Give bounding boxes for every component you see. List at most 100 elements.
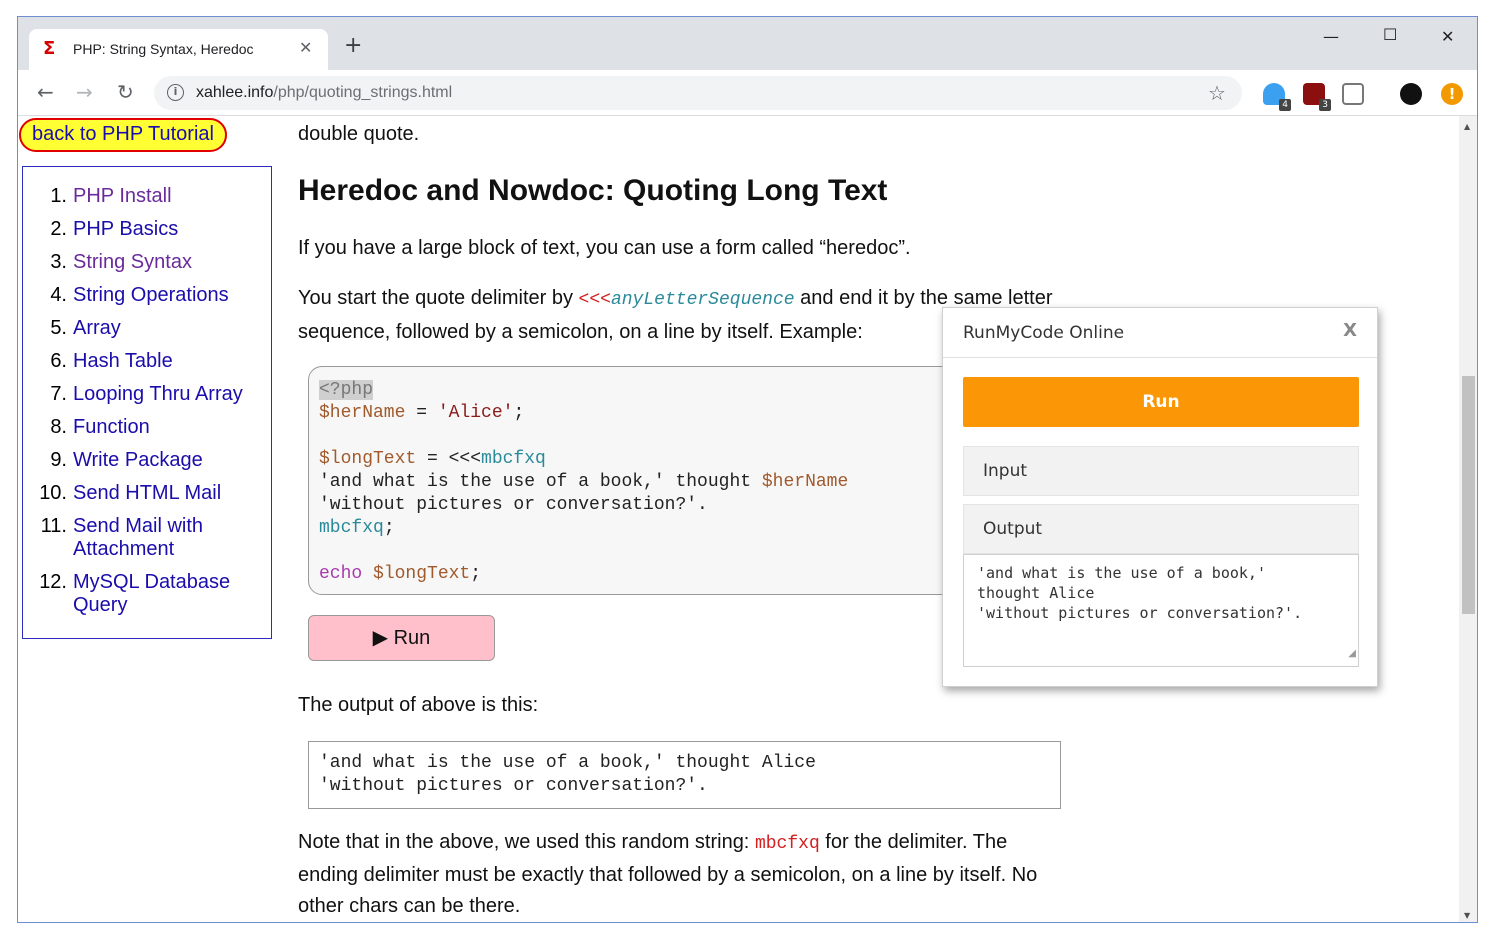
vertical-scrollbar[interactable]: ▲ ▼ xyxy=(1459,116,1477,922)
divider xyxy=(943,357,1377,358)
resize-grip-icon[interactable]: ◢ xyxy=(1348,644,1356,664)
toc-item: 12. MySQL Database Query xyxy=(23,571,271,617)
popup-title: RunMyCode Online xyxy=(963,323,1125,343)
tab-strip: Σ PHP: String Syntax, Heredoc ✕ + — ☐ ✕ xyxy=(18,17,1477,70)
paragraph: double quote. xyxy=(298,123,420,145)
toc-item: 2. PHP Basics xyxy=(23,218,271,241)
extension-badge: 4 xyxy=(1279,99,1291,111)
code-token: ; xyxy=(513,403,525,423)
code-token: echo xyxy=(319,564,363,584)
toc-item: 10. Send HTML Mail xyxy=(23,482,271,505)
code-token: <?php xyxy=(319,380,374,400)
toc-link[interactable]: Array xyxy=(73,317,271,340)
toc-item: 4. String Operations xyxy=(23,284,271,307)
output-text: 'and what is the use of a book,' thought… xyxy=(977,564,1303,622)
toc-link[interactable]: Hash Table xyxy=(73,350,271,373)
paragraph-note: Note that in the above, we used this ran… xyxy=(298,827,1058,922)
reload-icon[interactable]: ↻ xyxy=(117,81,134,103)
toc-list: 1. PHP Install 2. PHP Basics 3. String Syntax… xyxy=(23,167,271,617)
toc-link[interactable]: String Operations xyxy=(73,284,271,307)
tab-title: PHP: String Syntax, Heredoc xyxy=(73,41,254,57)
toc-item-number: 5. xyxy=(50,317,67,339)
back-arrow-icon[interactable]: ← xyxy=(37,81,54,103)
toc-link[interactable]: PHP Basics xyxy=(73,218,271,241)
sidebar-toc: 1. PHP Install 2. PHP Basics 3. String Syntax… xyxy=(22,166,272,639)
toc-item: 3. String Syntax xyxy=(23,251,271,274)
toc-link[interactable]: PHP Install xyxy=(73,185,271,208)
toc-item-number: 10. xyxy=(39,482,67,504)
toc-item-number: 6. xyxy=(50,350,67,372)
toc-item-number: 4. xyxy=(50,284,67,306)
toc-link[interactable]: MySQL Database Query xyxy=(73,571,271,617)
forward-arrow-icon[interactable]: → xyxy=(76,81,93,103)
url-path: /php/quoting_strings.html xyxy=(273,84,453,101)
scroll-thumb[interactable] xyxy=(1462,376,1475,614)
inline-code: <<< xyxy=(578,290,611,310)
info-icon[interactable]: i xyxy=(167,84,184,101)
code-token: ; xyxy=(383,518,395,538)
code-token: mbcfxq xyxy=(319,518,384,538)
code-token: 'Alice' xyxy=(437,403,514,423)
popup-run-button[interactable]: Run xyxy=(963,377,1359,427)
toc-item-number: 1. xyxy=(50,185,67,207)
inline-code: anyLetterSequence xyxy=(610,290,795,310)
new-tab-plus-icon[interactable]: + xyxy=(344,35,362,57)
toc-link[interactable]: Write Package xyxy=(73,449,271,472)
toc-link[interactable]: Send Mail with Attachment xyxy=(73,515,271,561)
close-window-icon[interactable]: ✕ xyxy=(1441,27,1454,46)
toc-link[interactable]: Send HTML Mail xyxy=(73,482,271,505)
tab-active[interactable]: Σ PHP: String Syntax, Heredoc ✕ xyxy=(29,29,328,70)
code-token: 'without pictures or conversation?'. xyxy=(319,495,708,515)
code-token: ; xyxy=(470,564,482,584)
popup-close-button[interactable]: X xyxy=(1343,320,1357,341)
sigma-favicon-icon: Σ xyxy=(43,38,56,59)
scroll-down-arrow-icon[interactable]: ▼ xyxy=(1464,911,1470,920)
popup-output-label: Output xyxy=(963,504,1359,554)
code-token: mbcfxq xyxy=(481,449,546,469)
toc-item-number: 2. xyxy=(50,218,67,240)
terminal-extension-icon[interactable] xyxy=(1342,83,1364,105)
toc-item: 11. Send Mail with Attachment xyxy=(23,515,271,561)
paragraph: If you have a large block of text, you c… xyxy=(298,237,911,259)
popup-output-textarea[interactable]: 'and what is the use of a book,' thought… xyxy=(963,554,1359,667)
run-code-button[interactable]: ▶ Run xyxy=(308,615,495,661)
text: You start the quote delimiter by xyxy=(298,287,579,309)
code-token: $herName xyxy=(761,472,849,492)
toc-item-number: 3. xyxy=(50,251,67,273)
toc-item: 5. Array xyxy=(23,317,271,340)
inline-code: mbcfxq xyxy=(754,834,820,854)
toc-item: 6. Hash Table xyxy=(23,350,271,373)
minimize-icon[interactable]: — xyxy=(1323,27,1339,46)
ghost-extension-icon[interactable]: 4 xyxy=(1263,83,1291,111)
maximize-icon[interactable]: ☐ xyxy=(1383,25,1397,44)
address-bar[interactable]: i xahlee.info/php/quoting_strings.html ☆ xyxy=(154,76,1242,110)
toc-item: 7. Looping Thru Array xyxy=(23,383,271,406)
code-token: $herName xyxy=(319,403,406,423)
ublock-extension-icon[interactable]: 3 xyxy=(1303,83,1331,111)
toc-item-number: 11. xyxy=(40,515,67,537)
popup-input-section[interactable]: Input xyxy=(963,446,1359,496)
code-token: 'and what is the use of a book,' thought xyxy=(319,472,762,492)
output-block: 'and what is the use of a book,' thought… xyxy=(308,741,1061,809)
code-token: $longText xyxy=(362,564,471,584)
toc-item-number: 12. xyxy=(39,571,67,593)
toc-item: 9. Write Package xyxy=(23,449,271,472)
text: Note that in the above, we used this ran… xyxy=(298,831,755,853)
scroll-up-arrow-icon[interactable]: ▲ xyxy=(1464,122,1470,131)
toc-item-number: 8. xyxy=(50,416,67,438)
section-heading: Heredoc and Nowdoc: Quoting Long Text xyxy=(298,174,888,207)
back-to-tutorial-button[interactable]: back to PHP Tutorial xyxy=(19,118,227,152)
update-alert-icon[interactable]: ! xyxy=(1441,83,1463,105)
toc-link[interactable]: Looping Thru Array xyxy=(73,383,271,406)
toc-item-number: 7. xyxy=(50,383,67,405)
close-tab-icon[interactable]: ✕ xyxy=(299,38,312,57)
url-text[interactable]: xahlee.info/php/quoting_strings.html xyxy=(196,84,452,102)
runmycode-popup: RunMyCode Online X Run Input Output 'and… xyxy=(942,307,1378,687)
code-token: = <<< xyxy=(416,449,482,469)
toc-link[interactable]: String Syntax xyxy=(73,251,271,274)
profile-avatar[interactable] xyxy=(1400,83,1422,105)
url-host: xahlee.info xyxy=(196,84,274,101)
toc-link[interactable]: Function xyxy=(73,416,271,439)
bookmark-star-icon[interactable]: ☆ xyxy=(1208,81,1226,105)
toolbar: ← → ↻ i xahlee.info/php/quoting_strings.… xyxy=(18,70,1477,116)
